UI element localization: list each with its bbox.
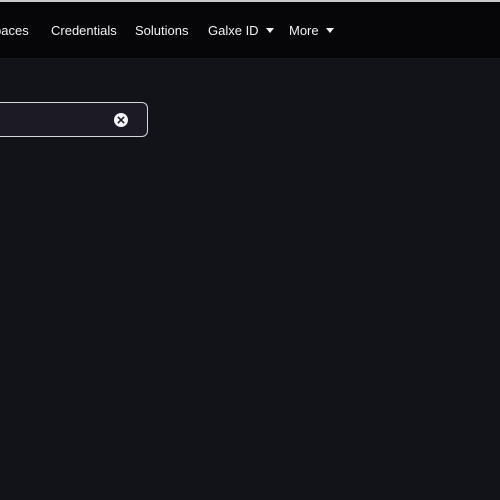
nav-item-label: Credentials [51,22,117,38]
nav-item-label: paces [0,22,29,38]
nav-item-spaces[interactable]: paces [0,2,29,58]
search-input[interactable] [0,103,113,138]
chevron-down-icon [265,27,274,33]
page: paces Credentials Solutions Galxe ID Mor… [0,0,500,500]
chevron-down-icon [325,27,334,33]
nav-item-more[interactable]: More [289,2,334,58]
nav-item-label: Galxe ID [208,22,259,38]
nav-item-label: Solutions [135,22,189,38]
nav-item-galxe-id[interactable]: Galxe ID [208,2,274,58]
nav-item-label: More [289,22,319,38]
clear-search-button[interactable] [114,113,128,127]
close-icon [117,116,125,124]
top-navigation-bar: paces Credentials Solutions Galxe ID Mor… [0,2,500,59]
nav-item-credentials[interactable]: Credentials [51,2,117,58]
nav-item-solutions[interactable]: Solutions [135,2,188,58]
search-box[interactable] [0,102,148,138]
